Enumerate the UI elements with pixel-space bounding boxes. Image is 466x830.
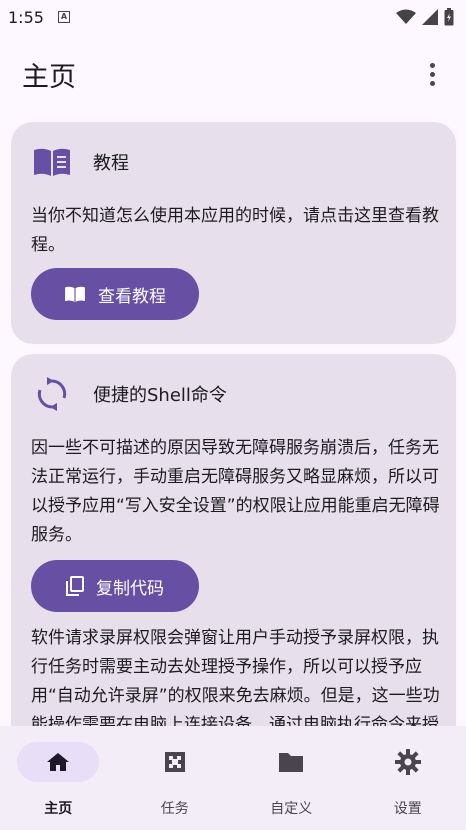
card-description-extra: 软件请求录屏权限会弹窗让用户手动授予录屏权限，执行任务时需要主动去处理授予操作，… (31, 628, 440, 726)
settings-icon (394, 749, 421, 775)
tutorial-card: 教程 当你不知道怎么使用本应用的时候，请点击这里查看教程。 查看教程 (11, 122, 456, 344)
more-options-icon[interactable] (420, 54, 444, 94)
page-title: 主页 (22, 61, 76, 93)
refresh-icon (31, 373, 73, 415)
view-tutorial-button[interactable]: 查看教程 (31, 268, 199, 320)
nav-indicator (367, 742, 449, 782)
nav-label: 任务 (160, 801, 189, 817)
home-content[interactable]: 教程 当你不知道怎么使用本应用的时候，请点击这里查看教程。 查看教程 便捷的Sh… (0, 114, 466, 726)
task-icon (164, 752, 185, 772)
nav-item-settings[interactable]: 设置 (350, 726, 466, 830)
copy-code-button[interactable]: 复制代码 (31, 560, 199, 612)
card-header: 教程 (31, 140, 129, 184)
book-icon (31, 141, 73, 183)
notification-icon: A (57, 11, 70, 23)
status-bar: 1:55 A (0, 0, 466, 34)
card-description: 当你不知道怎么使用本应用的时候，请点击这里查看教程。 (31, 206, 439, 255)
wifi-icon (396, 9, 416, 24)
card-header: 便捷的Shell命令 (31, 372, 227, 416)
signal-icon (422, 9, 438, 25)
nav-label: 自定义 (270, 801, 313, 817)
book-icon (65, 286, 85, 302)
copy-icon (66, 576, 84, 596)
shell-command-card: 便捷的Shell命令 因一些不可描述的原因导致无障碍服务崩溃后，任务无法正常运行… (11, 354, 456, 726)
home-icon (47, 753, 70, 771)
nav-indicator (17, 742, 100, 782)
folder-icon (279, 753, 304, 772)
button-label: 复制代码 (96, 578, 164, 599)
card-description: 因一些不可描述的原因导致无障碍服务崩溃后，任务无法正常运行，手动重启无障碍服务又… (31, 438, 440, 545)
status-time: 1:55 (8, 7, 44, 27)
nav-indicator (134, 742, 216, 782)
top-app-bar: 主页 (0, 34, 466, 114)
status-indicators (396, 8, 454, 26)
bottom-navigation: 主页 任务 自定义 设置 (0, 726, 466, 830)
nav-item-tasks[interactable]: 任务 (117, 726, 234, 830)
nav-label: 设置 (393, 801, 422, 817)
nav-indicator (250, 742, 332, 782)
battery-icon (444, 8, 454, 26)
nav-item-custom[interactable]: 自定义 (233, 726, 350, 830)
nav-label: 主页 (44, 801, 73, 817)
card-title: 教程 (93, 153, 129, 174)
card-title: 便捷的Shell命令 (93, 385, 227, 406)
nav-item-home[interactable]: 主页 (0, 726, 117, 830)
button-label: 查看教程 (98, 286, 166, 307)
